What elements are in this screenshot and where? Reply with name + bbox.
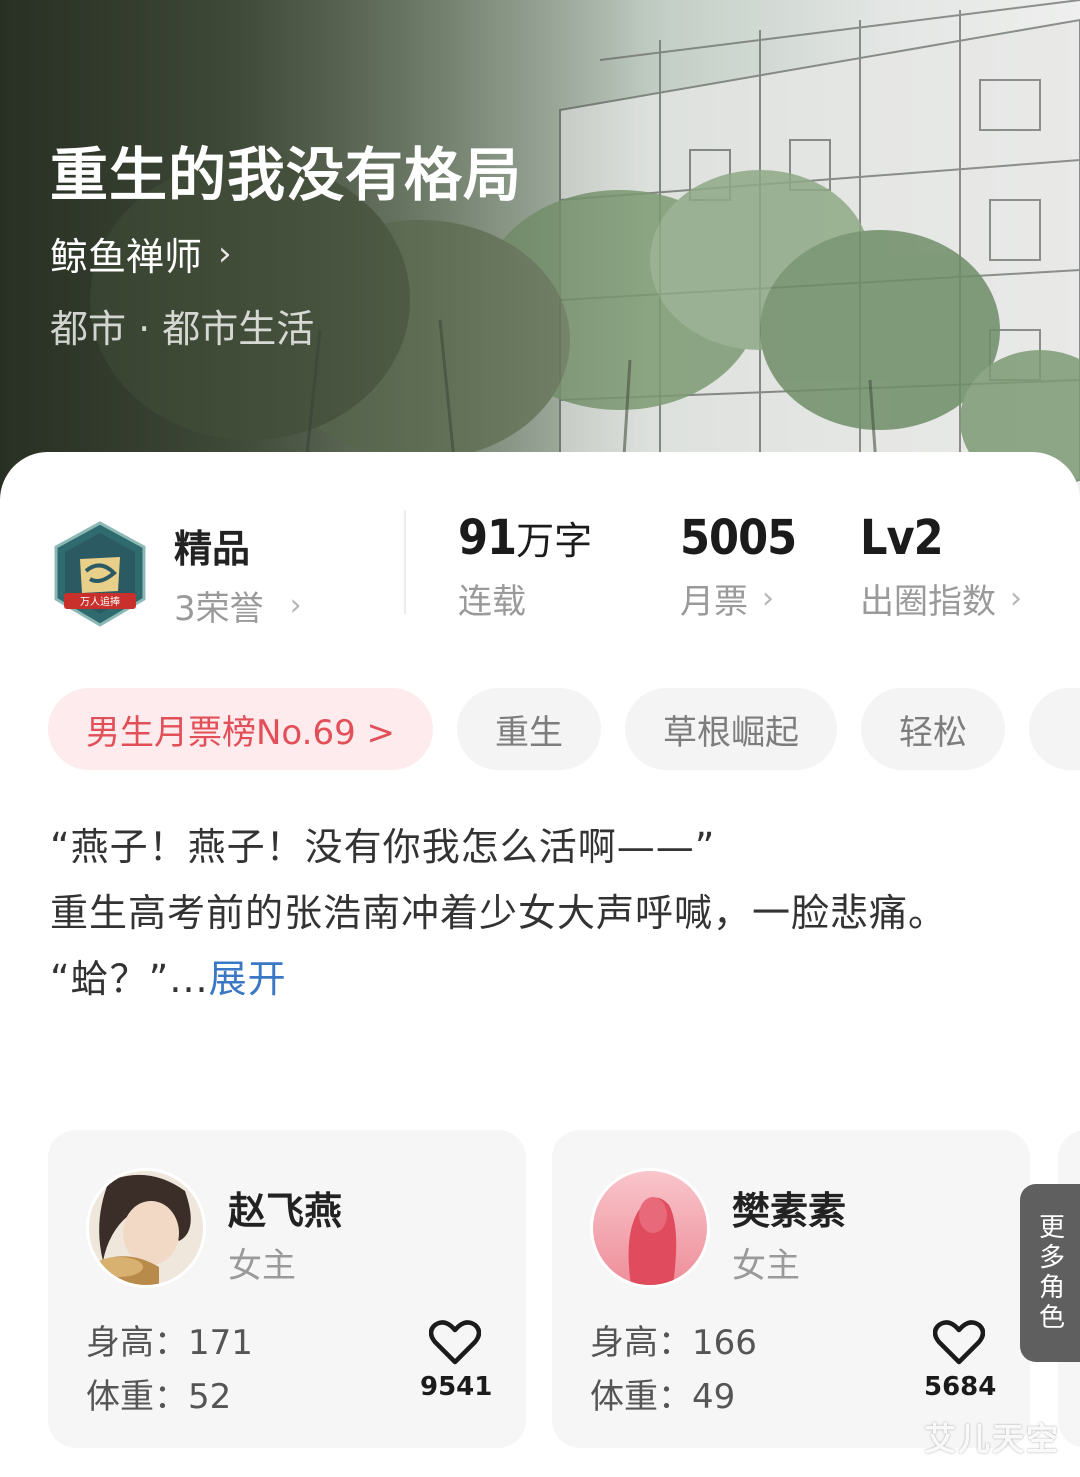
character-avatar	[590, 1168, 710, 1288]
more-characters-button[interactable]: 更多角色	[1020, 1184, 1080, 1362]
like-button[interactable]: 9541	[420, 1320, 493, 1402]
heart-icon	[429, 1320, 481, 1365]
badge-text: 万人追捧	[80, 595, 120, 608]
tag-grassroots[interactable]: 草根崛起	[625, 688, 838, 770]
character-height: 身高：166	[590, 1323, 757, 1363]
watermark: 艾儿天空	[923, 1420, 1060, 1458]
word-count-unit: 万字	[516, 519, 593, 563]
tag-rebirth[interactable]: 重生	[457, 688, 602, 770]
tag-relaxed[interactable]: 轻松	[861, 688, 1006, 770]
honor-count: 3荣誉	[174, 589, 264, 629]
chevron-right-icon: ›	[289, 588, 302, 623]
popularity-value: Lv2	[860, 510, 944, 566]
detail-sheet: 万人追捧 精品 3荣誉 › 91万字 连载 5005 月票 › Lv2 出圈指数 ›…	[0, 452, 1080, 1477]
tag-row: 男生月票榜No.69 > 重生 草根崛起 轻松	[0, 688, 1080, 770]
character-card[interactable]: 樊素素 女主 身高：166 体重：49 5684	[552, 1130, 1030, 1448]
genre-label: 都市 · 都市生活	[50, 307, 315, 351]
tag-more[interactable]	[1029, 688, 1080, 770]
character-height: 身高：171	[86, 1323, 253, 1363]
book-title: 重生的我没有格局	[50, 141, 523, 209]
word-count-stat: 91万字 连载	[458, 510, 592, 623]
character-weight: 体重：49	[590, 1377, 736, 1417]
honor-title: 精品	[174, 527, 251, 571]
ranking-tag[interactable]: 男生月票榜No.69 >	[48, 688, 434, 770]
word-count-value: 91	[458, 510, 517, 566]
expand-link[interactable]: 展开	[209, 957, 287, 1001]
character-avatar	[86, 1168, 206, 1288]
like-count: 5684	[924, 1372, 997, 1402]
chevron-right-icon: ›	[218, 233, 232, 274]
like-button[interactable]: 5684	[924, 1320, 997, 1402]
author-name: 鲸鱼禅师	[50, 235, 203, 279]
synopsis: “燕子！燕子！没有你我怎么活啊——” 重生高考前的张浩南冲着少女大声呼喊，一脸悲…	[50, 814, 1030, 1012]
honor-section[interactable]: 万人追捧 精品 3荣誉 ›	[50, 518, 302, 630]
monthly-ticket-stat[interactable]: 5005 月票 ›	[680, 510, 797, 623]
author-link[interactable]: 鲸鱼禅师 ›	[50, 226, 232, 281]
popularity-label: 出圈指数	[860, 582, 996, 622]
chevron-right-icon: ›	[762, 581, 774, 616]
divider	[404, 510, 406, 614]
character-name: 樊素素	[732, 1189, 847, 1233]
monthly-ticket-value: 5005	[680, 510, 797, 566]
monthly-ticket-label: 月票	[680, 582, 748, 622]
character-role: 女主	[228, 1246, 296, 1286]
like-count: 9541	[420, 1372, 493, 1402]
synopsis-line: 重生高考前的张浩南冲着少女大声呼喊，一脸悲痛。	[50, 891, 948, 935]
heart-icon	[933, 1320, 985, 1365]
premium-badge-icon: 万人追捧	[54, 521, 146, 627]
chevron-right-icon: ›	[1010, 581, 1022, 616]
character-name: 赵飞燕	[228, 1189, 343, 1233]
serial-status: 连载	[458, 582, 526, 622]
synopsis-line: “蛤？”...	[50, 957, 209, 1001]
synopsis-line: “燕子！燕子！没有你我怎么活啊——”	[50, 825, 716, 869]
popularity-stat[interactable]: Lv2 出圈指数 ›	[860, 510, 1022, 623]
character-role: 女主	[732, 1246, 800, 1286]
character-weight: 体重：52	[86, 1377, 232, 1417]
character-card[interactable]: 赵飞燕 女主 身高：171 体重：52 9541	[48, 1130, 526, 1448]
